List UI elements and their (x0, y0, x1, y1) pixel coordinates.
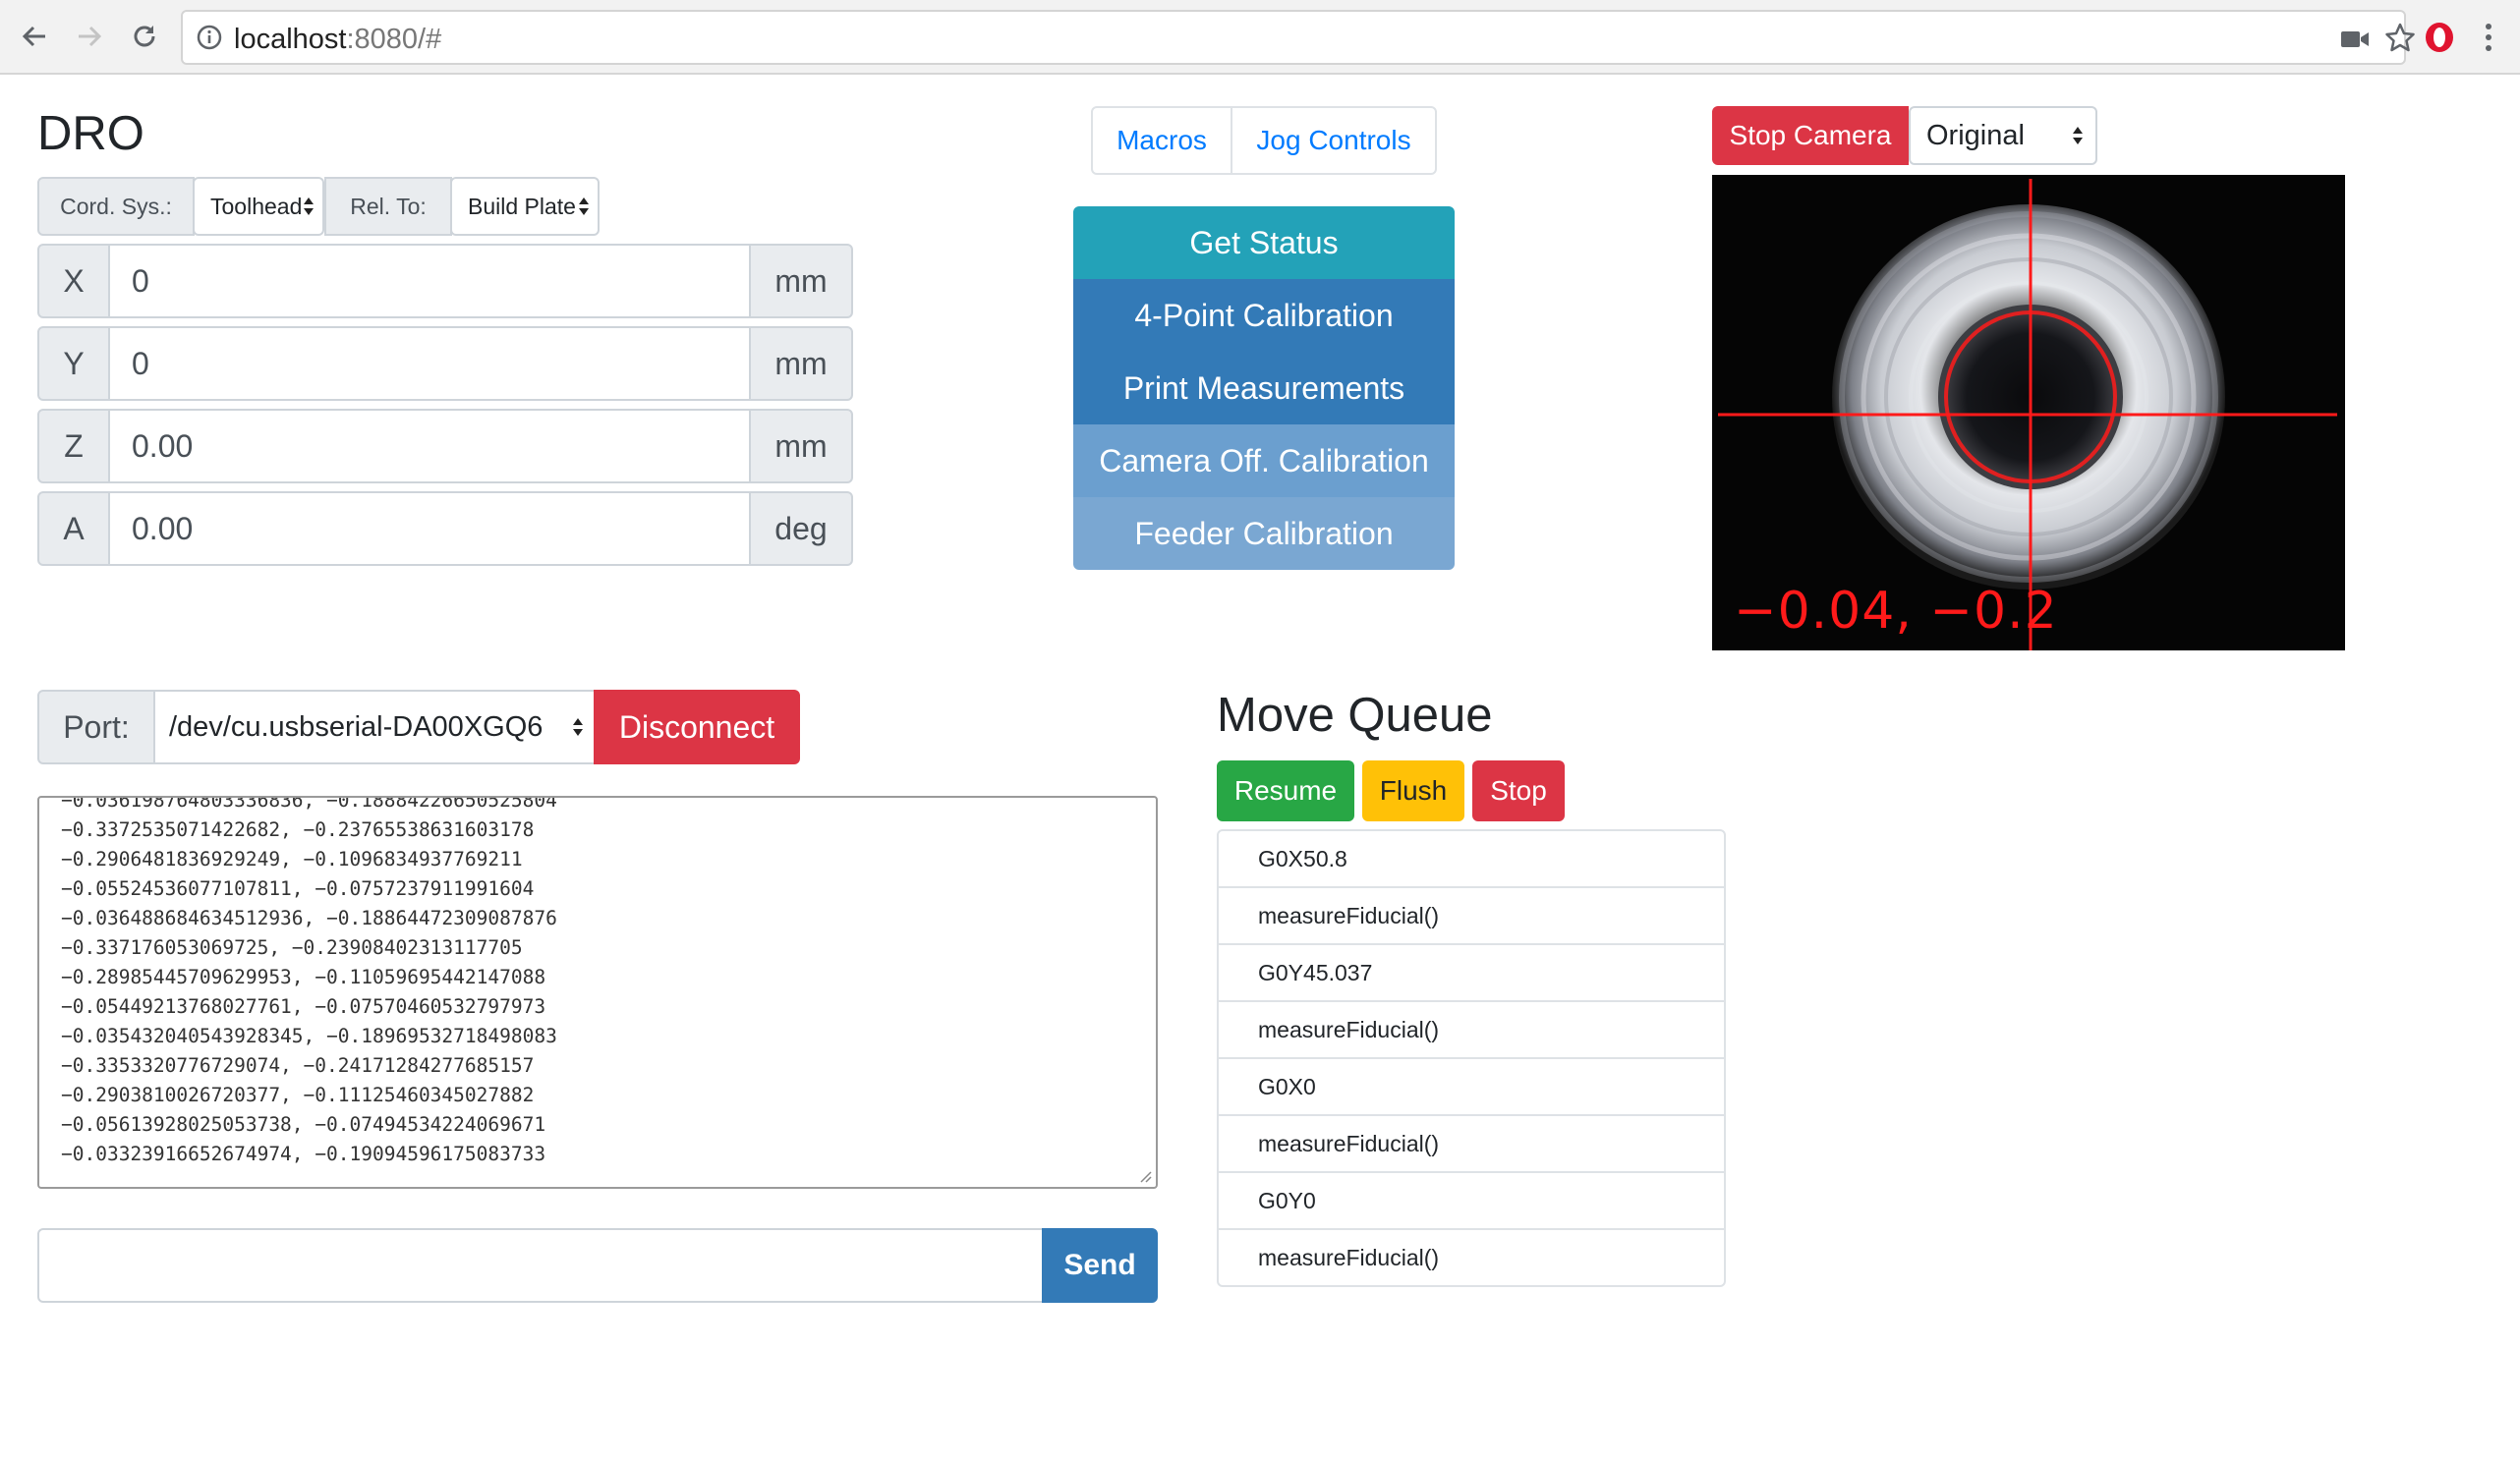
log-line: −0.035432040543928345, −0.18969532718498… (61, 1025, 557, 1047)
tab-macros[interactable]: Macros (1093, 108, 1232, 173)
forward-arrow-icon[interactable] (69, 16, 110, 57)
bookmark-star-icon[interactable] (2380, 18, 2420, 57)
camera-offset-readout: −0.04, −0.2 (1734, 582, 2058, 641)
serial-log-content: −0.036198764803336836, −0.18884226650525… (39, 796, 557, 1169)
select-arrows-icon (579, 197, 589, 215)
list-item[interactable]: G0Y0 (1219, 1173, 1724, 1230)
menu-kebab-icon[interactable] (2469, 18, 2508, 57)
rel-to-label: Rel. To: (324, 177, 452, 236)
axis-unit: deg (749, 491, 853, 566)
list-item[interactable]: G0X0 (1219, 1059, 1724, 1116)
cord-sys-select[interactable]: Toolhead (193, 177, 324, 236)
action-button-list: Get Status 4-Point Calibration Print Mea… (1073, 206, 1455, 570)
camera-permission-icon[interactable] (2335, 20, 2375, 59)
list-item[interactable]: measureFiducial() (1219, 1230, 1724, 1285)
log-line: −0.28985445709629953, −0.110596954421470… (61, 966, 546, 988)
cord-sys-label: Cord. Sys.: (37, 177, 195, 236)
feeder-calibration-button[interactable]: Feeder Calibration (1073, 497, 1455, 570)
command-input[interactable] (37, 1228, 1044, 1303)
axis-row-a: A 0.00 deg (37, 491, 853, 566)
log-line: −0.2903810026720377, −0.1112546034502788… (61, 1084, 535, 1106)
dro-heading: DRO (37, 107, 144, 160)
print-measurements-button[interactable]: Print Measurements (1073, 352, 1455, 424)
rel-to-value: Build Plate (468, 193, 576, 219)
axis-z-input[interactable]: 0.00 (108, 409, 751, 483)
stop-button[interactable]: Stop (1472, 760, 1565, 821)
tab-jog-controls[interactable]: Jog Controls (1232, 108, 1435, 173)
back-arrow-icon[interactable] (14, 16, 55, 57)
four-point-calibration-button[interactable]: 4-Point Calibration (1073, 279, 1455, 352)
log-line: −0.05613928025053738, −0.074945342240696… (61, 1113, 546, 1136)
log-line: −0.05524536077107811, −0.075723791199160… (61, 877, 535, 900)
axis-unit: mm (749, 326, 853, 401)
rel-to-select[interactable]: Build Plate (450, 177, 600, 236)
get-status-button[interactable]: Get Status (1073, 206, 1455, 279)
axis-label: Z (37, 409, 110, 483)
axis-x-input[interactable]: 0 (108, 244, 751, 318)
select-arrows-icon (573, 718, 583, 736)
axis-label: A (37, 491, 110, 566)
flush-button[interactable]: Flush (1362, 760, 1464, 821)
stop-camera-button[interactable]: Stop Camera (1712, 106, 1909, 165)
opera-extension-icon[interactable] (2420, 18, 2459, 57)
camera-offset-calibration-button[interactable]: Camera Off. Calibration (1073, 424, 1455, 497)
log-line: −0.3372535071422682, −0.2376553863160317… (61, 818, 535, 841)
camera-image (1712, 175, 2345, 650)
port-select[interactable]: /dev/cu.usbserial-DA00XGQ6 (153, 690, 596, 764)
list-item[interactable]: measureFiducial() (1219, 1116, 1724, 1173)
log-line: −0.03323916652674974, −0.190945961750837… (61, 1143, 546, 1165)
list-item[interactable]: measureFiducial() (1219, 1002, 1724, 1059)
move-queue-list: G0X50.8 measureFiducial() G0Y45.037 meas… (1217, 829, 1726, 1287)
log-line: −0.337176053069725, −0.23908402313117705 (61, 936, 523, 959)
browser-toolbar: localhost:8080/# (0, 0, 2520, 75)
serial-log-textarea[interactable]: −0.036198764803336836, −0.18884226650525… (37, 796, 1158, 1189)
info-icon[interactable] (197, 25, 222, 50)
camera-mode-value: Original (1926, 119, 2025, 151)
log-line: −0.036198764803336836, −0.18884226650525… (61, 796, 557, 812)
log-line: −0.036488684634512936, −0.18864472309087… (61, 907, 557, 929)
camera-feed: −0.04, −0.2 (1712, 175, 2345, 650)
axis-row-y: Y 0 mm (37, 326, 853, 401)
list-item[interactable]: G0Y45.037 (1219, 945, 1724, 1002)
list-item[interactable]: measureFiducial() (1219, 888, 1724, 945)
axis-row-z: Z 0.00 mm (37, 409, 853, 483)
resume-button[interactable]: Resume (1217, 760, 1354, 821)
select-arrows-icon (304, 197, 314, 215)
axis-label: Y (37, 326, 110, 401)
port-value: /dev/cu.usbserial-DA00XGQ6 (169, 710, 544, 743)
move-queue-heading: Move Queue (1217, 689, 1493, 742)
axis-label: X (37, 244, 110, 318)
select-arrows-icon (2073, 127, 2083, 144)
log-line: −0.2906481836929249, −0.1096834937769211 (61, 848, 523, 870)
log-line: −0.05449213768027761, −0.075704605327979… (61, 995, 546, 1018)
send-button[interactable]: Send (1042, 1228, 1158, 1303)
tab-group: Macros Jog Controls (1091, 106, 1437, 175)
axis-unit: mm (749, 244, 853, 318)
url-text: localhost:8080/# (234, 24, 442, 55)
axis-a-input[interactable]: 0.00 (108, 491, 751, 566)
cord-sys-value: Toolhead (210, 193, 303, 219)
axis-y-input[interactable]: 0 (108, 326, 751, 401)
disconnect-button[interactable]: Disconnect (594, 690, 800, 764)
camera-mode-select[interactable]: Original (1909, 106, 2097, 165)
axis-unit: mm (749, 409, 853, 483)
log-line: −0.3353320776729074, −0.2417128427768515… (61, 1054, 535, 1077)
axis-row-x: X 0 mm (37, 244, 853, 318)
list-item[interactable]: G0X50.8 (1219, 831, 1724, 888)
address-bar[interactable]: localhost:8080/# (181, 10, 2415, 65)
reload-icon[interactable] (124, 16, 165, 57)
port-label: Port: (37, 690, 155, 764)
resize-grip-icon[interactable] (1138, 1169, 1152, 1183)
